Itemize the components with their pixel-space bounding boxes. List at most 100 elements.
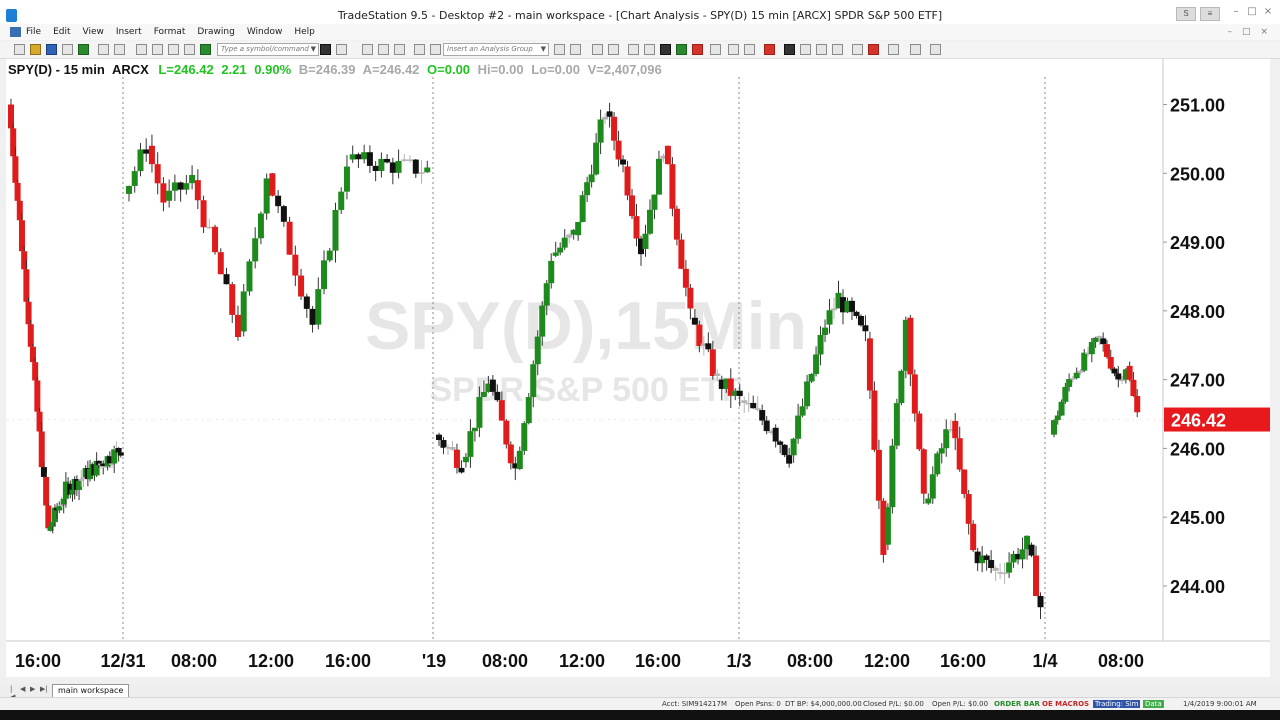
chart-style-icon[interactable] xyxy=(362,44,373,55)
next-tab-icon[interactable]: ▶ xyxy=(30,685,37,693)
candle-body xyxy=(1054,415,1061,421)
chart-window-icon[interactable] xyxy=(10,27,21,37)
symbol-input[interactable]: Type a symbol/command ▼ xyxy=(217,43,319,56)
candle-body xyxy=(494,391,501,401)
candle-body xyxy=(177,182,184,190)
open-icon[interactable] xyxy=(30,44,41,55)
account-status[interactable]: Acct: SIM914217M xyxy=(662,700,727,708)
menu-insert[interactable]: Insert xyxy=(116,27,142,37)
format-icon[interactable] xyxy=(184,44,195,55)
order-bar-button[interactable]: ORDER BAR xyxy=(994,700,1040,708)
globe-icon[interactable] xyxy=(200,44,211,55)
candle-body xyxy=(557,247,564,253)
matrix-icon[interactable] xyxy=(784,44,795,55)
candle-body xyxy=(126,185,132,194)
format-window-icon[interactable] xyxy=(628,44,639,55)
candle-body xyxy=(795,415,802,439)
drawing-icon[interactable] xyxy=(868,44,879,55)
strategy-icon[interactable] xyxy=(570,44,581,55)
candle-down-icon[interactable] xyxy=(692,44,703,55)
gear-icon[interactable] xyxy=(644,44,655,55)
zoom-out-icon[interactable] xyxy=(832,44,843,55)
candle-body xyxy=(678,239,685,269)
last-tab-icon[interactable]: ▶| xyxy=(40,685,48,693)
candle-body xyxy=(552,252,559,256)
save-workspace-icon[interactable] xyxy=(78,44,89,55)
candle-body xyxy=(223,274,230,285)
candle-body xyxy=(384,158,391,163)
indicator-icon[interactable] xyxy=(554,44,565,55)
candle-body xyxy=(1033,555,1040,596)
y-tick-label: 246.00 xyxy=(1170,439,1225,459)
prev-tab-icon[interactable]: ◀ xyxy=(20,685,27,693)
menu-format[interactable]: Format xyxy=(154,27,186,37)
candle-body xyxy=(332,209,339,251)
chart-area[interactable]: SPY(D),15Min SPDR S&P 500 ETF 251.00 250.… xyxy=(6,59,1270,677)
crosshair-icon[interactable] xyxy=(728,44,739,55)
minimize-button[interactable]: – xyxy=(1230,6,1242,18)
candle-body xyxy=(200,200,207,228)
menu-edit[interactable]: Edit xyxy=(53,27,70,37)
paste-icon[interactable] xyxy=(168,44,179,55)
chevron-down-icon[interactable] xyxy=(800,44,811,55)
menu-file[interactable]: File xyxy=(26,27,41,37)
menu-window[interactable]: Window xyxy=(247,27,283,37)
order-bar-icon[interactable] xyxy=(764,44,775,55)
menu-drawing[interactable]: Drawing xyxy=(197,27,234,37)
link-icon[interactable]: S xyxy=(1176,7,1196,21)
status-datetime: 1/4/2019 9:00:01 AM xyxy=(1183,700,1257,708)
candle-body xyxy=(303,296,310,309)
candle-body xyxy=(1001,572,1008,575)
copy-icon[interactable] xyxy=(152,44,163,55)
tools-icon[interactable] xyxy=(888,44,899,55)
analysis-group-input[interactable]: Insert an Analysis Group ▼ xyxy=(443,43,549,56)
menu-view[interactable]: View xyxy=(83,27,104,37)
mdi-minimize-button[interactable]: – xyxy=(1227,27,1232,37)
bar-chart-icon[interactable] xyxy=(660,44,671,55)
zoom-fit-icon[interactable] xyxy=(592,44,603,55)
trading-mode-badge[interactable]: Trading: Sim xyxy=(1093,700,1141,708)
layout-icon[interactable] xyxy=(910,44,921,55)
line-chart-icon[interactable] xyxy=(710,44,721,55)
print-preview-icon[interactable] xyxy=(114,44,125,55)
bar-interval-icon[interactable] xyxy=(378,44,389,55)
new-workspace-icon[interactable] xyxy=(62,44,73,55)
mdi-restore-button[interactable]: □ xyxy=(1242,27,1251,37)
candle-body xyxy=(1051,420,1057,435)
move-icon[interactable] xyxy=(744,44,755,55)
candle-body xyxy=(462,456,469,463)
options-icon[interactable]: ≡ xyxy=(1200,7,1220,21)
maximize-button[interactable]: □ xyxy=(1246,6,1258,18)
symbol-search-icon[interactable] xyxy=(336,44,347,55)
first-tab-icon[interactable]: |◀ xyxy=(10,685,17,701)
save-icon[interactable] xyxy=(46,44,57,55)
candle-body xyxy=(401,159,408,161)
data-window-icon[interactable] xyxy=(394,44,405,55)
go-icon[interactable] xyxy=(320,44,331,55)
candle-up-icon[interactable] xyxy=(676,44,687,55)
candle-body xyxy=(871,390,878,450)
price-chart[interactable]: 251.00 250.00 249.00 248.00 247.00 246.00 245.… xyxy=(6,59,1270,677)
candle-body xyxy=(412,159,419,174)
close-button[interactable]: × xyxy=(1262,6,1274,18)
candle-body xyxy=(292,254,299,276)
new-icon[interactable] xyxy=(14,44,25,55)
sync-icon[interactable] xyxy=(430,44,441,55)
mdi-close-button[interactable]: × xyxy=(1260,27,1268,37)
tab-main-workspace[interactable]: main workspace xyxy=(52,684,130,698)
candle-body xyxy=(561,237,568,248)
oe-macros-button[interactable]: OE MACROS xyxy=(1042,700,1089,708)
pointer-icon[interactable] xyxy=(852,44,863,55)
print-icon[interactable] xyxy=(98,44,109,55)
candle-body xyxy=(543,283,550,306)
refresh-icon[interactable] xyxy=(608,44,619,55)
candle-body xyxy=(489,379,496,392)
link-icon[interactable] xyxy=(414,44,425,55)
window-icon[interactable] xyxy=(930,44,941,55)
menu-help[interactable]: Help xyxy=(294,27,315,37)
candle-body xyxy=(1119,379,1126,382)
candle-body xyxy=(646,209,653,234)
candle-body xyxy=(476,396,483,428)
zoom-in-icon[interactable] xyxy=(816,44,827,55)
cut-icon[interactable] xyxy=(136,44,147,55)
